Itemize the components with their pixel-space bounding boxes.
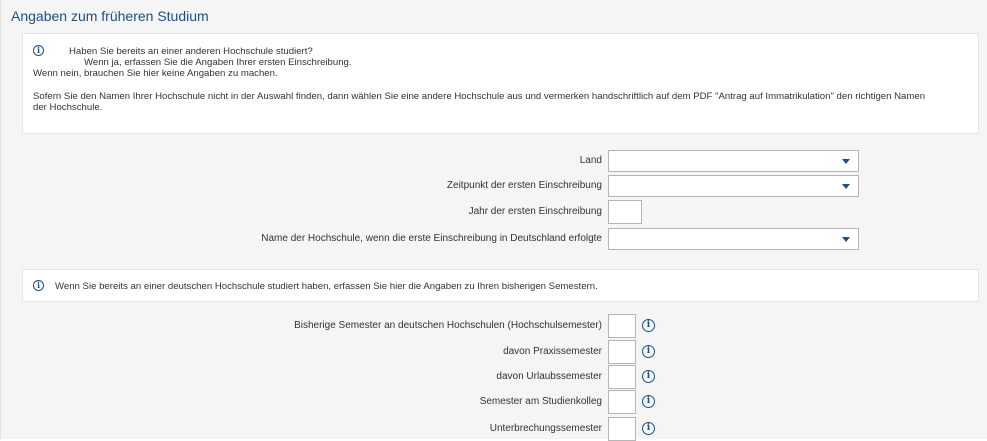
info-icon: i: [33, 45, 44, 56]
field-label: Unterbrechungssemester: [489, 423, 602, 434]
form-row-interruption-semesters: Unterbrechungssemester i: [1, 417, 987, 441]
previous-studies-panel: Angaben zum früheren Studium i Haben Sie…: [0, 0, 987, 441]
info-box-first-enrollment: i Haben Sie bereits an einer anderen Hoc…: [22, 33, 979, 134]
form-row-land: Land: [1, 150, 987, 172]
info-text-line: Sofern Sie den Namen Ihrer Hochschule ni…: [33, 91, 926, 102]
field-label: Bisherige Semester an deutschen Hochschu…: [294, 320, 602, 331]
land-select[interactable]: [608, 150, 859, 172]
field-label: Name der Hochschule, wenn die erste Eins…: [261, 233, 602, 244]
info-box-previous-semesters: i Wenn Sie bereits an einer deutschen Ho…: [22, 269, 979, 302]
form-row-enrollment-year: Jahr der ersten Einschreibung: [1, 200, 987, 224]
form-row-leave-semesters: davon Urlaubssemester i: [1, 365, 987, 389]
chevron-down-icon: [842, 184, 850, 189]
form-row-university-name: Name der Hochschule, wenn die erste Eins…: [1, 228, 987, 250]
help-info-icon[interactable]: i: [642, 395, 655, 408]
info-text-line: Wenn nein, brauchen Sie hier keine Angab…: [33, 68, 278, 79]
field-label: Land: [579, 155, 602, 166]
form-row-semesters: Bisherige Semester an deutschen Hochschu…: [1, 314, 987, 338]
help-info-icon[interactable]: i: [642, 319, 655, 332]
leave-semesters-input[interactable]: [608, 365, 636, 389]
info-text-line: Haben Sie bereits an einer anderen Hochs…: [69, 46, 313, 57]
field-label: Zeitpunkt der ersten Einschreibung: [446, 180, 602, 191]
info-text-line: Wenn ja, erfassen Sie die Angaben Ihrer …: [84, 57, 352, 68]
enrollment-year-input[interactable]: [608, 200, 642, 224]
chevron-down-icon: [842, 237, 850, 242]
practice-semesters-input[interactable]: [608, 340, 636, 364]
form-row-practice-semesters: davon Praxissemester i: [1, 340, 987, 364]
info-icon: i: [33, 280, 44, 291]
form-row-studienkolleg-semesters: Semester am Studienkolleg i: [1, 390, 987, 414]
studienkolleg-semesters-input[interactable]: [608, 390, 636, 414]
field-label: Semester am Studienkolleg: [479, 396, 602, 407]
info-text-line: Wenn Sie bereits an einer deutschen Hoch…: [55, 281, 598, 292]
chevron-down-icon: [842, 159, 850, 164]
university-name-select[interactable]: [608, 228, 859, 250]
interruption-semesters-input[interactable]: [608, 417, 636, 441]
field-label: Jahr der ersten Einschreibung: [468, 206, 602, 217]
semesters-input[interactable]: [608, 314, 636, 338]
enrollment-time-select[interactable]: [608, 175, 859, 197]
field-label: davon Urlaubssemester: [496, 371, 602, 382]
info-text-line: der Hochschule.: [33, 102, 103, 113]
help-info-icon[interactable]: i: [642, 370, 655, 383]
help-info-icon[interactable]: i: [642, 345, 655, 358]
section-title: Angaben zum früheren Studium: [11, 8, 209, 24]
field-label: davon Praxissemester: [503, 346, 602, 357]
help-info-icon[interactable]: i: [642, 422, 655, 435]
form-row-enrollment-time: Zeitpunkt der ersten Einschreibung: [1, 175, 987, 197]
